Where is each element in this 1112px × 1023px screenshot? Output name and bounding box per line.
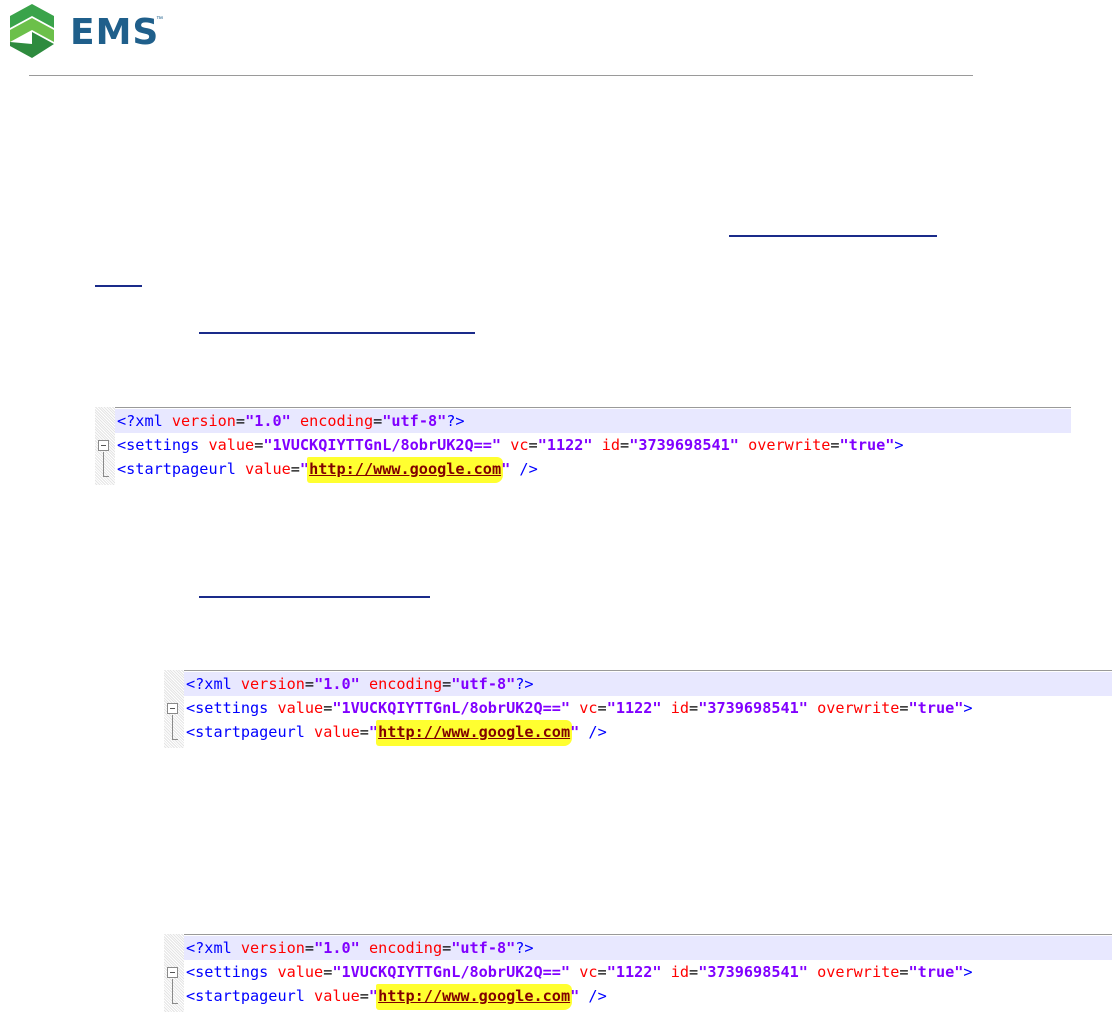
settings-tag-line: <settings value="1VUCKQIYTTGnL/8obrUK2Q=… bbox=[186, 699, 973, 717]
logo-wordmark: EMS bbox=[70, 12, 160, 53]
logo-trademark: ™ bbox=[156, 16, 163, 23]
fold-collapse-icon[interactable] bbox=[98, 440, 109, 451]
settings-tag-line: <settings value="1VUCKQIYTTGnL/8obrUK2Q=… bbox=[117, 436, 904, 454]
code-block-top-border bbox=[184, 670, 1112, 671]
xml-code-block-2: <?xml version="1.0" encoding="utf-8"?> <… bbox=[164, 670, 1112, 748]
startpageurl-line: <startpageurl value="http://www.google.c… bbox=[184, 720, 607, 746]
fold-guide-tick bbox=[172, 1003, 178, 1004]
fold-guide-line bbox=[172, 715, 173, 739]
settings-tag-line: <settings value="1VUCKQIYTTGnL/8obrUK2Q=… bbox=[186, 963, 973, 981]
hyperlink-underline-2[interactable] bbox=[95, 285, 142, 287]
hyperlink-underline-4[interactable] bbox=[199, 596, 430, 598]
startpageurl-line: <startpageurl value="http://www.google.c… bbox=[184, 984, 607, 1010]
highlighted-url: http://www.google.com bbox=[307, 457, 504, 483]
fold-guide-line bbox=[172, 979, 173, 1003]
fold-guide-line bbox=[103, 452, 104, 476]
fold-guide-tick bbox=[172, 739, 178, 740]
hyperlink-underline-1[interactable] bbox=[729, 235, 937, 237]
fold-guide-tick bbox=[103, 476, 109, 477]
code-block-top-border bbox=[184, 934, 1112, 935]
header-divider bbox=[29, 75, 973, 76]
fold-collapse-icon[interactable] bbox=[167, 967, 178, 978]
highlighted-url: http://www.google.com bbox=[376, 984, 573, 1010]
ems-logo-mark-icon bbox=[10, 4, 54, 58]
xml-code-block-1: <?xml version="1.0" encoding="utf-8"?> <… bbox=[95, 407, 1071, 485]
code-block-top-border bbox=[115, 407, 1071, 408]
hyperlink-underline-3[interactable] bbox=[199, 332, 475, 334]
highlighted-url: http://www.google.com bbox=[376, 720, 573, 746]
xml-code-block-3: <?xml version="1.0" encoding="utf-8"?> <… bbox=[164, 934, 1112, 1012]
xml-declaration-line: <?xml version="1.0" encoding="utf-8"?> bbox=[115, 409, 1071, 433]
fold-collapse-icon[interactable] bbox=[167, 703, 178, 714]
ems-logo: EMS ™ bbox=[8, 4, 163, 60]
xml-declaration-line: <?xml version="1.0" encoding="utf-8"?> bbox=[184, 672, 1112, 696]
xml-declaration-line: <?xml version="1.0" encoding="utf-8"?> bbox=[184, 936, 1112, 960]
startpageurl-line: <startpageurl value="http://www.google.c… bbox=[115, 457, 538, 483]
